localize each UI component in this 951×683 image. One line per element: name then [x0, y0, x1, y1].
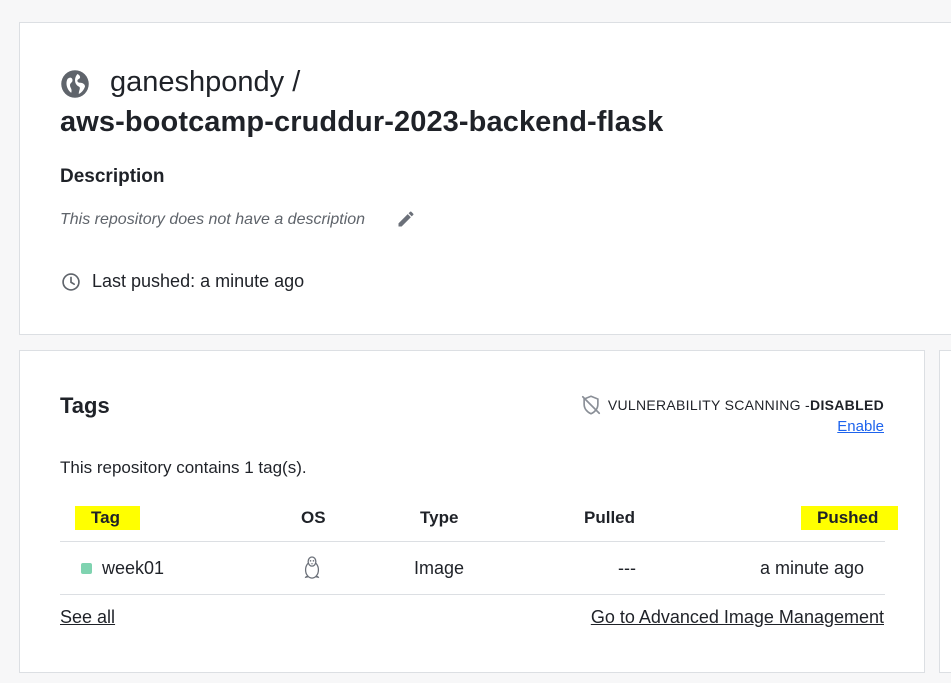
column-header-os: OS [301, 508, 326, 527]
table-divider [60, 594, 885, 595]
table-row-type: Image [414, 558, 465, 578]
repo-owner-line: ganeshpondy / [110, 66, 300, 99]
linux-icon [304, 556, 320, 579]
clock-icon [62, 273, 80, 291]
description-text: This repository does not have a descript… [60, 211, 366, 228]
shield-off-icon [581, 395, 600, 415]
repo-name: aws-bootcamp-cruddur-2023-backend-flask [60, 106, 664, 138]
vulnerability-status: DISABLED [810, 397, 884, 413]
tags-title: Tags [60, 393, 110, 418]
side-panel-card [939, 350, 951, 673]
description-heading: Description [60, 166, 165, 187]
column-header-type: Type [420, 508, 459, 527]
vulnerability-label: VULNERABILITY SCANNING - [607, 397, 811, 413]
column-header-pushed: Pushed [801, 506, 899, 530]
table-row-pushed: a minute ago [760, 558, 865, 578]
column-header-pulled: Pulled [584, 508, 636, 527]
column-header-tag: Tag [75, 506, 140, 530]
tags-card: Tags VULNERABILITY SCANNING - DISABLED E… [19, 350, 925, 673]
tag-count-text: This repository contains 1 tag(s). [60, 458, 307, 477]
repository-header-card: ganeshpondy / aws-bootcamp-cruddur-2023-… [19, 22, 951, 335]
repo-owner-link[interactable]: ganeshpondy [110, 66, 284, 98]
enable-scanning-link[interactable]: Enable [837, 418, 884, 435]
globe-icon [61, 70, 89, 98]
table-divider [60, 541, 885, 542]
table-row-pulled: --- [618, 558, 636, 578]
vulnerability-scanning-status: VULNERABILITY SCANNING - DISABLED [580, 394, 884, 416]
see-all-link[interactable]: See all [60, 607, 115, 628]
advanced-image-management-link[interactable]: Go to Advanced Image Management [591, 607, 884, 628]
repo-separator: / [292, 66, 301, 98]
tag-status-dot [81, 563, 92, 574]
last-pushed-text: Last pushed: a minute ago [92, 271, 305, 291]
pencil-icon[interactable] [396, 209, 416, 229]
table-row-tag-link[interactable]: week01 [102, 558, 164, 579]
